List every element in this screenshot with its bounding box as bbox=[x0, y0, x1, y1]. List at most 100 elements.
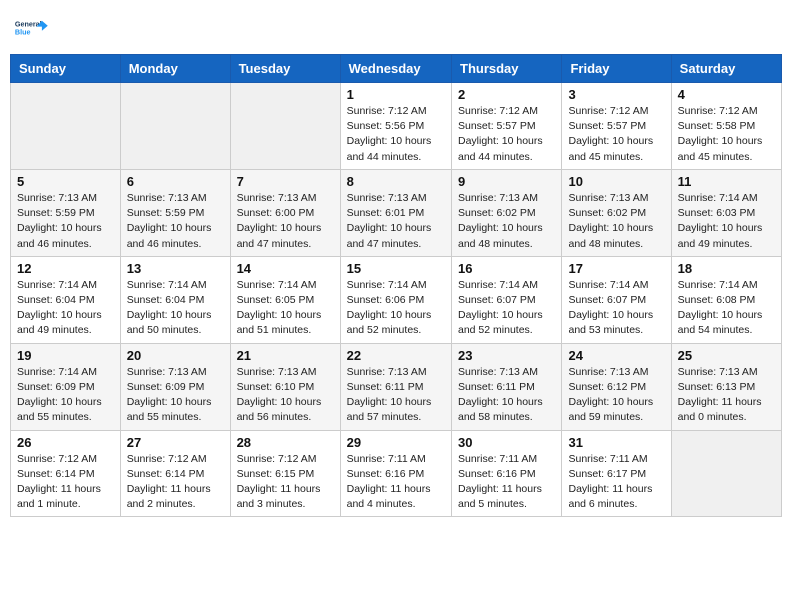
calendar-cell: 16 Sunrise: 7:14 AM Sunset: 6:07 PM Dayli… bbox=[452, 256, 562, 343]
day-number: 22 bbox=[347, 348, 445, 363]
day-number: 17 bbox=[568, 261, 664, 276]
day-info: Sunrise: 7:12 AM Sunset: 6:14 PM Dayligh… bbox=[127, 452, 224, 513]
day-number: 24 bbox=[568, 348, 664, 363]
day-info: Sunrise: 7:14 AM Sunset: 6:04 PM Dayligh… bbox=[17, 278, 114, 339]
day-info: Sunrise: 7:12 AM Sunset: 6:15 PM Dayligh… bbox=[237, 452, 334, 513]
calendar-cell: 26 Sunrise: 7:12 AM Sunset: 6:14 PM Dayli… bbox=[11, 430, 121, 517]
week-row-1: 1 Sunrise: 7:12 AM Sunset: 5:56 PM Daylig… bbox=[11, 83, 782, 170]
logo-icon: GeneralBlue bbox=[14, 10, 50, 46]
calendar-cell: 10 Sunrise: 7:13 AM Sunset: 6:02 PM Dayli… bbox=[562, 169, 671, 256]
svg-text:Blue: Blue bbox=[15, 28, 31, 37]
day-number: 15 bbox=[347, 261, 445, 276]
day-number: 1 bbox=[347, 87, 445, 102]
day-info: Sunrise: 7:14 AM Sunset: 6:07 PM Dayligh… bbox=[568, 278, 664, 339]
calendar-cell bbox=[120, 83, 230, 170]
weekday-header-wednesday: Wednesday bbox=[340, 55, 451, 83]
calendar-cell: 25 Sunrise: 7:13 AM Sunset: 6:13 PM Dayli… bbox=[671, 343, 781, 430]
day-info: Sunrise: 7:13 AM Sunset: 6:01 PM Dayligh… bbox=[347, 191, 445, 252]
calendar-cell: 30 Sunrise: 7:11 AM Sunset: 6:16 PM Dayli… bbox=[452, 430, 562, 517]
day-info: Sunrise: 7:13 AM Sunset: 5:59 PM Dayligh… bbox=[127, 191, 224, 252]
day-info: Sunrise: 7:13 AM Sunset: 6:12 PM Dayligh… bbox=[568, 365, 664, 426]
calendar-cell: 28 Sunrise: 7:12 AM Sunset: 6:15 PM Dayli… bbox=[230, 430, 340, 517]
calendar-cell: 11Sunrise: 7:14 AM Sunset: 6:03 PM Dayli… bbox=[671, 169, 781, 256]
calendar-cell: 27Sunrise: 7:12 AM Sunset: 6:14 PM Dayli… bbox=[120, 430, 230, 517]
weekday-header-friday: Friday bbox=[562, 55, 671, 83]
day-info: Sunrise: 7:14 AM Sunset: 6:05 PM Dayligh… bbox=[237, 278, 334, 339]
calendar-cell: 7 Sunrise: 7:13 AM Sunset: 6:00 PM Daylig… bbox=[230, 169, 340, 256]
day-number: 21 bbox=[237, 348, 334, 363]
calendar-cell: 5 Sunrise: 7:13 AM Sunset: 5:59 PM Daylig… bbox=[11, 169, 121, 256]
calendar-cell bbox=[230, 83, 340, 170]
calendar-cell: 29Sunrise: 7:11 AM Sunset: 6:16 PM Dayli… bbox=[340, 430, 451, 517]
calendar-cell: 3 Sunrise: 7:12 AM Sunset: 5:57 PM Daylig… bbox=[562, 83, 671, 170]
calendar-cell: 23 Sunrise: 7:13 AM Sunset: 6:11 PM Dayli… bbox=[452, 343, 562, 430]
day-number: 3 bbox=[568, 87, 664, 102]
calendar-cell bbox=[11, 83, 121, 170]
calendar-cell: 18 Sunrise: 7:14 AM Sunset: 6:08 PM Dayli… bbox=[671, 256, 781, 343]
calendar-cell: 9 Sunrise: 7:13 AM Sunset: 6:02 PM Daylig… bbox=[452, 169, 562, 256]
calendar-cell: 8Sunrise: 7:13 AM Sunset: 6:01 PM Daylig… bbox=[340, 169, 451, 256]
calendar-cell: 14 Sunrise: 7:14 AM Sunset: 6:05 PM Dayli… bbox=[230, 256, 340, 343]
calendar-cell: 1 Sunrise: 7:12 AM Sunset: 5:56 PM Daylig… bbox=[340, 83, 451, 170]
day-info: Sunrise: 7:13 AM Sunset: 6:11 PM Dayligh… bbox=[347, 365, 445, 426]
weekday-header-thursday: Thursday bbox=[452, 55, 562, 83]
day-number: 31 bbox=[568, 435, 664, 450]
calendar-cell: 15 Sunrise: 7:14 AM Sunset: 6:06 PM Dayli… bbox=[340, 256, 451, 343]
day-info: Sunrise: 7:11 AM Sunset: 6:17 PM Dayligh… bbox=[568, 452, 664, 513]
day-number: 9 bbox=[458, 174, 555, 189]
day-info: Sunrise: 7:12 AM Sunset: 5:58 PM Dayligh… bbox=[678, 104, 775, 165]
day-info: Sunrise: 7:14 AM Sunset: 6:07 PM Dayligh… bbox=[458, 278, 555, 339]
day-info: Sunrise: 7:14 AM Sunset: 6:09 PM Dayligh… bbox=[17, 365, 114, 426]
day-number: 14 bbox=[237, 261, 334, 276]
weekday-header-row: SundayMondayTuesdayWednesdayThursdayFrid… bbox=[11, 55, 782, 83]
day-info: Sunrise: 7:13 AM Sunset: 6:10 PM Dayligh… bbox=[237, 365, 334, 426]
week-row-5: 26 Sunrise: 7:12 AM Sunset: 6:14 PM Dayli… bbox=[11, 430, 782, 517]
weekday-header-saturday: Saturday bbox=[671, 55, 781, 83]
day-info: Sunrise: 7:13 AM Sunset: 6:11 PM Dayligh… bbox=[458, 365, 555, 426]
week-row-4: 19Sunrise: 7:14 AM Sunset: 6:09 PM Dayli… bbox=[11, 343, 782, 430]
day-info: Sunrise: 7:13 AM Sunset: 6:02 PM Dayligh… bbox=[458, 191, 555, 252]
day-number: 7 bbox=[237, 174, 334, 189]
calendar-cell: 19Sunrise: 7:14 AM Sunset: 6:09 PM Dayli… bbox=[11, 343, 121, 430]
weekday-header-sunday: Sunday bbox=[11, 55, 121, 83]
calendar-cell: 12 Sunrise: 7:14 AM Sunset: 6:04 PM Dayli… bbox=[11, 256, 121, 343]
day-number: 28 bbox=[237, 435, 334, 450]
svg-text:General: General bbox=[15, 20, 42, 29]
day-info: Sunrise: 7:13 AM Sunset: 6:13 PM Dayligh… bbox=[678, 365, 775, 426]
day-number: 6 bbox=[127, 174, 224, 189]
day-info: Sunrise: 7:12 AM Sunset: 5:57 PM Dayligh… bbox=[568, 104, 664, 165]
day-number: 4 bbox=[678, 87, 775, 102]
day-info: Sunrise: 7:13 AM Sunset: 6:09 PM Dayligh… bbox=[127, 365, 224, 426]
weekday-header-monday: Monday bbox=[120, 55, 230, 83]
day-number: 2 bbox=[458, 87, 555, 102]
day-number: 23 bbox=[458, 348, 555, 363]
week-row-2: 5 Sunrise: 7:13 AM Sunset: 5:59 PM Daylig… bbox=[11, 169, 782, 256]
day-info: Sunrise: 7:11 AM Sunset: 6:16 PM Dayligh… bbox=[458, 452, 555, 513]
calendar-table: SundayMondayTuesdayWednesdayThursdayFrid… bbox=[10, 54, 782, 517]
day-info: Sunrise: 7:12 AM Sunset: 6:14 PM Dayligh… bbox=[17, 452, 114, 513]
day-info: Sunrise: 7:12 AM Sunset: 5:56 PM Dayligh… bbox=[347, 104, 445, 165]
day-number: 20 bbox=[127, 348, 224, 363]
day-number: 30 bbox=[458, 435, 555, 450]
day-number: 5 bbox=[17, 174, 114, 189]
day-number: 12 bbox=[17, 261, 114, 276]
calendar-cell: 13 Sunrise: 7:14 AM Sunset: 6:04 PM Dayli… bbox=[120, 256, 230, 343]
day-number: 25 bbox=[678, 348, 775, 363]
day-number: 16 bbox=[458, 261, 555, 276]
day-info: Sunrise: 7:11 AM Sunset: 6:16 PM Dayligh… bbox=[347, 452, 445, 513]
day-number: 26 bbox=[17, 435, 114, 450]
day-info: Sunrise: 7:14 AM Sunset: 6:04 PM Dayligh… bbox=[127, 278, 224, 339]
day-info: Sunrise: 7:13 AM Sunset: 5:59 PM Dayligh… bbox=[17, 191, 114, 252]
day-info: Sunrise: 7:14 AM Sunset: 6:06 PM Dayligh… bbox=[347, 278, 445, 339]
calendar-cell: 20 Sunrise: 7:13 AM Sunset: 6:09 PM Dayli… bbox=[120, 343, 230, 430]
page-header: GeneralBlue bbox=[10, 10, 782, 46]
day-number: 11 bbox=[678, 174, 775, 189]
day-number: 18 bbox=[678, 261, 775, 276]
day-number: 13 bbox=[127, 261, 224, 276]
day-info: Sunrise: 7:13 AM Sunset: 6:00 PM Dayligh… bbox=[237, 191, 334, 252]
calendar-cell: 31 Sunrise: 7:11 AM Sunset: 6:17 PM Dayli… bbox=[562, 430, 671, 517]
day-info: Sunrise: 7:13 AM Sunset: 6:02 PM Dayligh… bbox=[568, 191, 664, 252]
day-info: Sunrise: 7:14 AM Sunset: 6:08 PM Dayligh… bbox=[678, 278, 775, 339]
calendar-cell: 4 Sunrise: 7:12 AM Sunset: 5:58 PM Daylig… bbox=[671, 83, 781, 170]
day-number: 10 bbox=[568, 174, 664, 189]
